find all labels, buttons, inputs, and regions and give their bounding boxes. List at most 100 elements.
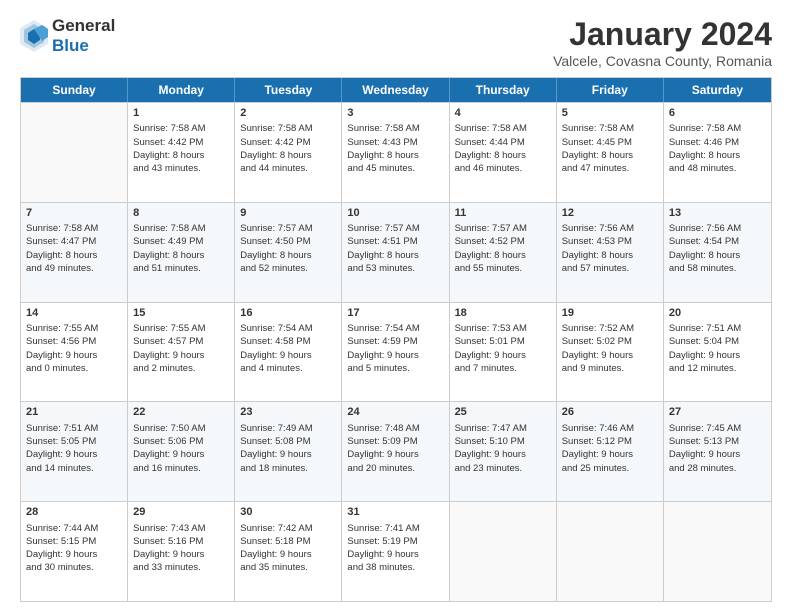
day-info: Daylight: 8 hours xyxy=(240,249,336,262)
day-number: 22 xyxy=(133,405,229,420)
calendar-cell: 26Sunrise: 7:46 AMSunset: 5:12 PMDayligh… xyxy=(557,402,664,501)
weekday-header: Monday xyxy=(128,78,235,102)
day-info: and 25 minutes. xyxy=(562,462,658,475)
day-info: Daylight: 9 hours xyxy=(562,448,658,461)
day-info: and 30 minutes. xyxy=(26,561,122,574)
day-info: Sunset: 4:53 PM xyxy=(562,235,658,248)
day-info: Sunrise: 7:48 AM xyxy=(347,422,443,435)
day-info: Sunset: 4:42 PM xyxy=(240,136,336,149)
day-info: Sunset: 5:02 PM xyxy=(562,335,658,348)
day-number: 20 xyxy=(669,306,766,321)
day-info: and 44 minutes. xyxy=(240,162,336,175)
day-number: 16 xyxy=(240,306,336,321)
day-info: Daylight: 8 hours xyxy=(669,149,766,162)
day-info: Daylight: 8 hours xyxy=(26,249,122,262)
day-info: Sunrise: 7:57 AM xyxy=(347,222,443,235)
day-info: Sunrise: 7:54 AM xyxy=(240,322,336,335)
day-info: and 48 minutes. xyxy=(669,162,766,175)
day-number: 6 xyxy=(669,106,766,121)
day-info: Sunset: 5:01 PM xyxy=(455,335,551,348)
day-number: 3 xyxy=(347,106,443,121)
month-title: January 2024 xyxy=(553,16,772,53)
day-info: and 12 minutes. xyxy=(669,362,766,375)
day-info: and 52 minutes. xyxy=(240,262,336,275)
day-info: Daylight: 9 hours xyxy=(133,349,229,362)
calendar-cell: 1Sunrise: 7:58 AMSunset: 4:42 PMDaylight… xyxy=(128,103,235,202)
title-area: January 2024 Valcele, Covasna County, Ro… xyxy=(553,16,772,69)
day-info: Daylight: 9 hours xyxy=(133,448,229,461)
day-info: and 20 minutes. xyxy=(347,462,443,475)
calendar-cell: 13Sunrise: 7:56 AMSunset: 4:54 PMDayligh… xyxy=(664,203,771,302)
calendar-row: 7Sunrise: 7:58 AMSunset: 4:47 PMDaylight… xyxy=(21,202,771,302)
calendar-cell: 15Sunrise: 7:55 AMSunset: 4:57 PMDayligh… xyxy=(128,303,235,402)
weekday-header: Friday xyxy=(557,78,664,102)
calendar-cell: 5Sunrise: 7:58 AMSunset: 4:45 PMDaylight… xyxy=(557,103,664,202)
day-number: 14 xyxy=(26,306,122,321)
day-info: Sunset: 5:06 PM xyxy=(133,435,229,448)
day-number: 25 xyxy=(455,405,551,420)
day-info: and 28 minutes. xyxy=(669,462,766,475)
day-info: Sunset: 5:09 PM xyxy=(347,435,443,448)
calendar-cell: 9Sunrise: 7:57 AMSunset: 4:50 PMDaylight… xyxy=(235,203,342,302)
calendar-cell: 27Sunrise: 7:45 AMSunset: 5:13 PMDayligh… xyxy=(664,402,771,501)
calendar-cell: 25Sunrise: 7:47 AMSunset: 5:10 PMDayligh… xyxy=(450,402,557,501)
day-info: Sunrise: 7:46 AM xyxy=(562,422,658,435)
calendar-cell: 18Sunrise: 7:53 AMSunset: 5:01 PMDayligh… xyxy=(450,303,557,402)
day-info: Sunrise: 7:58 AM xyxy=(133,222,229,235)
day-info: Daylight: 9 hours xyxy=(347,448,443,461)
day-number: 19 xyxy=(562,306,658,321)
day-info: Daylight: 8 hours xyxy=(240,149,336,162)
day-number: 26 xyxy=(562,405,658,420)
day-info: Sunset: 5:04 PM xyxy=(669,335,766,348)
day-number: 29 xyxy=(133,505,229,520)
day-info: and 0 minutes. xyxy=(26,362,122,375)
day-info: Daylight: 8 hours xyxy=(562,149,658,162)
calendar-row: 14Sunrise: 7:55 AMSunset: 4:56 PMDayligh… xyxy=(21,302,771,402)
day-info: Daylight: 8 hours xyxy=(455,249,551,262)
calendar-body: 1Sunrise: 7:58 AMSunset: 4:42 PMDaylight… xyxy=(21,102,771,601)
day-info: Sunrise: 7:58 AM xyxy=(562,122,658,135)
weekday-header: Sunday xyxy=(21,78,128,102)
day-info: Daylight: 9 hours xyxy=(455,448,551,461)
day-info: and 35 minutes. xyxy=(240,561,336,574)
day-number: 18 xyxy=(455,306,551,321)
calendar-cell: 28Sunrise: 7:44 AMSunset: 5:15 PMDayligh… xyxy=(21,502,128,601)
day-info: Sunrise: 7:42 AM xyxy=(240,522,336,535)
day-number: 5 xyxy=(562,106,658,121)
calendar-cell: 11Sunrise: 7:57 AMSunset: 4:52 PMDayligh… xyxy=(450,203,557,302)
calendar-cell: 17Sunrise: 7:54 AMSunset: 4:59 PMDayligh… xyxy=(342,303,449,402)
day-info: and 53 minutes. xyxy=(347,262,443,275)
day-info: Sunset: 4:50 PM xyxy=(240,235,336,248)
day-info: and 55 minutes. xyxy=(455,262,551,275)
day-number: 2 xyxy=(240,106,336,121)
day-info: and 47 minutes. xyxy=(562,162,658,175)
day-info: Sunset: 4:42 PM xyxy=(133,136,229,149)
day-info: Sunrise: 7:52 AM xyxy=(562,322,658,335)
day-info: Daylight: 8 hours xyxy=(455,149,551,162)
calendar-cell: 14Sunrise: 7:55 AMSunset: 4:56 PMDayligh… xyxy=(21,303,128,402)
day-info: Sunrise: 7:44 AM xyxy=(26,522,122,535)
calendar-cell: 6Sunrise: 7:58 AMSunset: 4:46 PMDaylight… xyxy=(664,103,771,202)
logo: General Blue xyxy=(20,16,115,55)
day-info: Daylight: 9 hours xyxy=(133,548,229,561)
day-info: and 16 minutes. xyxy=(133,462,229,475)
day-info: Sunrise: 7:57 AM xyxy=(240,222,336,235)
day-info: Daylight: 9 hours xyxy=(562,349,658,362)
weekday-header: Wednesday xyxy=(342,78,449,102)
day-info: Sunrise: 7:55 AM xyxy=(133,322,229,335)
day-info: Daylight: 8 hours xyxy=(133,149,229,162)
day-info: and 33 minutes. xyxy=(133,561,229,574)
day-info: and 5 minutes. xyxy=(347,362,443,375)
day-info: Sunset: 4:46 PM xyxy=(669,136,766,149)
calendar-cell xyxy=(557,502,664,601)
day-info: Sunrise: 7:49 AM xyxy=(240,422,336,435)
calendar: SundayMondayTuesdayWednesdayThursdayFrid… xyxy=(20,77,772,602)
day-number: 11 xyxy=(455,206,551,221)
day-info: Sunrise: 7:58 AM xyxy=(240,122,336,135)
day-info: Sunset: 5:10 PM xyxy=(455,435,551,448)
day-info: Sunrise: 7:58 AM xyxy=(133,122,229,135)
day-info: Sunrise: 7:51 AM xyxy=(669,322,766,335)
day-info: Sunrise: 7:45 AM xyxy=(669,422,766,435)
calendar-cell: 20Sunrise: 7:51 AMSunset: 5:04 PMDayligh… xyxy=(664,303,771,402)
day-info: Daylight: 9 hours xyxy=(240,448,336,461)
